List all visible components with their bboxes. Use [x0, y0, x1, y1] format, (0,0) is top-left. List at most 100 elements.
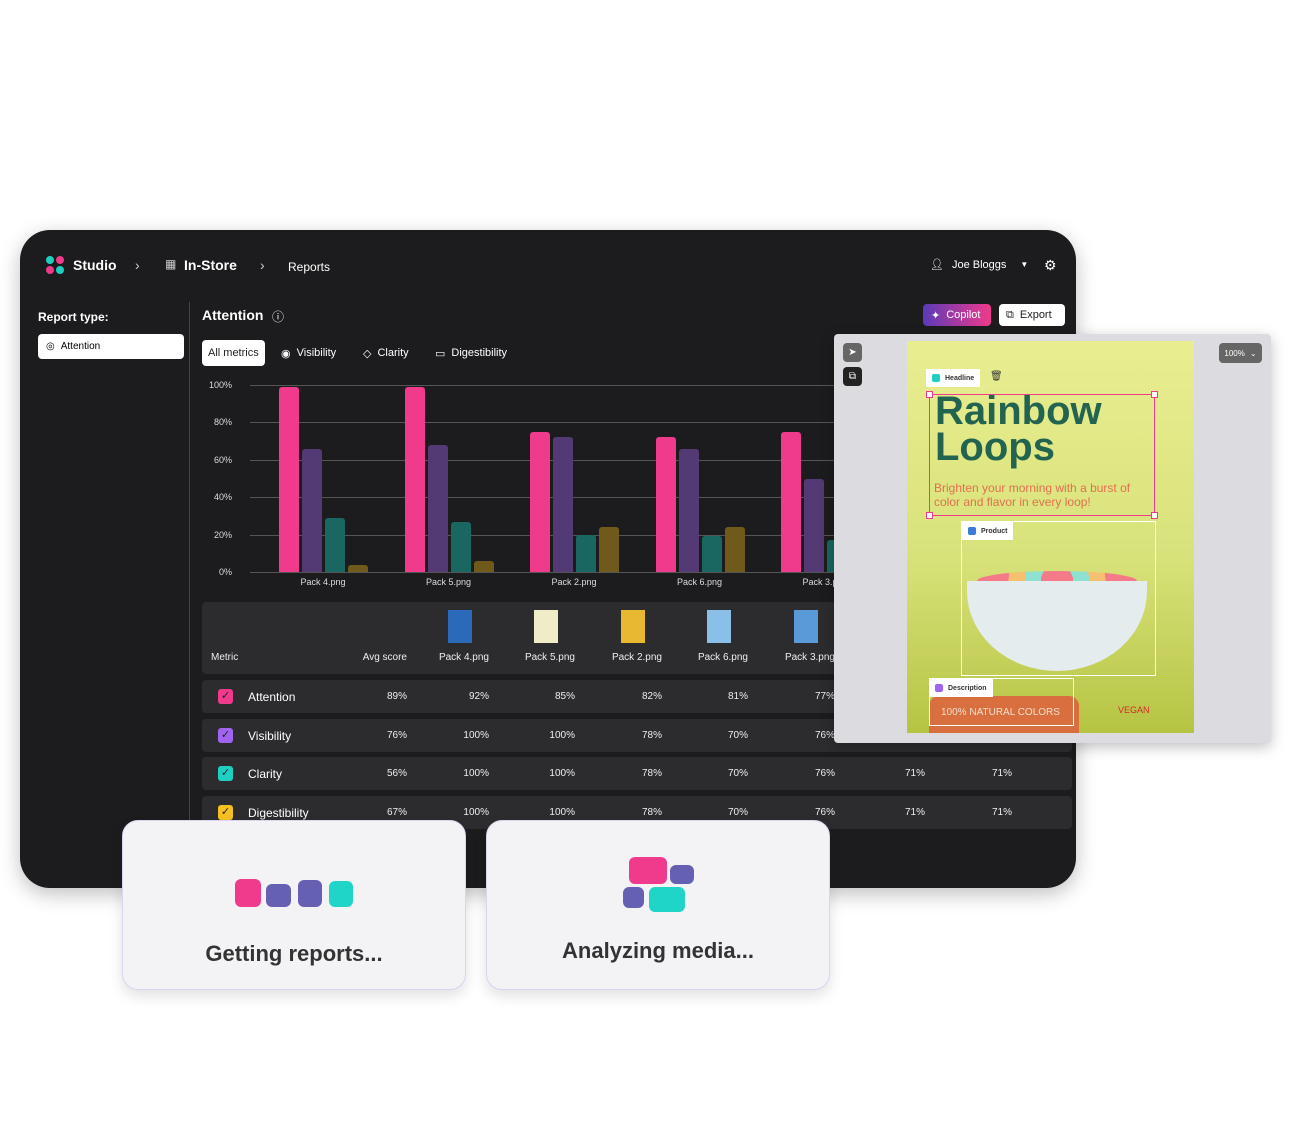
y-tick: 40%	[213, 492, 232, 503]
pack-score: 70%	[727, 768, 748, 779]
pack-score: 76%	[814, 768, 835, 779]
headline-tag[interactable]: Headline	[926, 369, 981, 387]
tab-visibility[interactable]: ◉ Visibility	[275, 340, 342, 366]
tag-label: Product	[981, 527, 1008, 535]
x-tick: Pack 4.png	[300, 577, 346, 587]
user-icon: 👤︎	[930, 259, 944, 271]
pack-score: 100%	[549, 807, 575, 818]
pack-score: 100%	[463, 730, 489, 741]
badge-text: 100% NATURAL COLORS	[941, 707, 1060, 718]
breadcrumb-reports[interactable]: Reports	[288, 260, 330, 274]
trash-icon[interactable]: 🗑︎	[990, 371, 1003, 382]
y-tick: 60%	[213, 454, 232, 465]
breadcrumb-in-store[interactable]: In-Store	[184, 257, 237, 273]
checkbox[interactable]: ✓	[218, 728, 233, 743]
pack-thumbnail	[621, 610, 645, 643]
diamond-icon: ◇	[363, 347, 372, 360]
x-tick: Pack 2.png	[551, 577, 597, 587]
tab-clarity[interactable]: ◇ Clarity	[357, 340, 415, 366]
target-icon: ◎	[46, 341, 55, 352]
user-name: Joe Bloggs	[951, 258, 1007, 271]
zoom-select[interactable]: 100% ⌄	[1219, 343, 1262, 363]
col-pack: Pack 5.png	[524, 652, 575, 663]
loading-card-media: Analyzing media...	[486, 820, 830, 990]
col-pack: Pack 4.png	[438, 652, 489, 663]
sparkle-icon: ✦	[931, 309, 941, 322]
col-pack: Pack 3.png	[784, 652, 835, 663]
col-avg: Avg score	[362, 652, 407, 663]
metric-name: Digestibility	[248, 806, 309, 820]
avg-score: 89%	[386, 691, 407, 702]
metric-name: Visibility	[248, 729, 292, 743]
col-pack: Pack 2.png	[611, 652, 662, 663]
pointer-tool-icon[interactable]: ➤	[843, 343, 862, 362]
media-editor: ➤ ⧉ 100% ⌄ Headline 🗑︎ Rainbow Loops Brigh…	[834, 334, 1271, 743]
user-menu[interactable]: 👤︎ Joe Bloggs ▼	[930, 258, 1029, 272]
bar	[302, 448, 322, 572]
gear-icon[interactable]: ⚙	[1044, 257, 1057, 274]
bar	[325, 517, 345, 572]
pack-score: 71%	[991, 768, 1012, 779]
bar	[576, 534, 596, 572]
export-button[interactable]: ⧉ Export	[999, 304, 1065, 326]
bar	[655, 437, 676, 572]
pack-thumbnail	[707, 610, 731, 643]
tab-all-metrics[interactable]: All metrics	[202, 340, 265, 366]
pack-score: 76%	[814, 730, 835, 741]
pack-score: 70%	[727, 730, 748, 741]
pack-score: 78%	[641, 768, 662, 779]
bar	[450, 521, 471, 572]
add-region-icon[interactable]: ⧉	[843, 367, 862, 386]
bar	[701, 536, 722, 572]
description-tag[interactable]: Description	[929, 679, 993, 697]
report-type-select[interactable]: ◎ Attention	[38, 334, 184, 359]
bar	[473, 560, 494, 572]
pack-thumbnail	[534, 610, 558, 643]
x-tick: Pack 5.png	[425, 577, 472, 587]
info-icon[interactable]: ⓘ	[272, 308, 284, 325]
checkbox[interactable]: ✓	[218, 805, 233, 820]
copilot-button[interactable]: ✦ Copilot	[923, 304, 991, 326]
tab-label: Clarity	[377, 347, 409, 359]
subtitle-text: Brighten your morning with a burst of co…	[934, 481, 1131, 509]
tab-digestibility[interactable]: ▭ Digestibility	[429, 340, 513, 366]
y-tick: 80%	[213, 417, 232, 428]
caret-down-icon: ▼	[1020, 260, 1029, 269]
y-tick: 100%	[208, 380, 232, 390]
tab-label: All metrics	[208, 347, 259, 359]
breadcrumb-studio[interactable]: Studio	[73, 257, 117, 273]
pack-score: 71%	[991, 807, 1012, 818]
pack-score: 78%	[641, 730, 662, 741]
page-title: Attention	[202, 307, 264, 323]
x-tick: Pack 6.png	[676, 577, 723, 587]
chevron-right-icon: ›	[260, 257, 265, 273]
col-pack: Pack 6.png	[697, 652, 748, 663]
tag-label: Description	[948, 684, 987, 692]
bar	[599, 527, 619, 572]
pack-score: 100%	[463, 807, 489, 818]
pack-score: 92%	[468, 691, 489, 702]
pack-score: 71%	[904, 807, 925, 818]
bar	[427, 444, 448, 572]
message-icon: ▭	[435, 347, 446, 360]
chevron-right-icon: ›	[135, 257, 140, 273]
pack-score: 78%	[641, 807, 662, 818]
pack-score: 82%	[641, 691, 662, 702]
checkbox[interactable]: ✓	[218, 766, 233, 781]
col-metric: Metric	[211, 652, 239, 663]
metric-name: Attention	[248, 690, 296, 704]
chevron-down-icon: ⌄	[1249, 348, 1257, 358]
product-tag[interactable]: Product	[962, 522, 1014, 540]
loading-text: Getting reports...	[205, 941, 383, 966]
zoom-value: 100%	[1224, 348, 1245, 358]
vegan-text: VEGAN	[1118, 705, 1150, 715]
bar	[553, 437, 573, 572]
bar	[348, 564, 368, 572]
y-tick: 0%	[218, 567, 232, 577]
pack-artwork: Headline 🗑︎ Rainbow Loops Brighten your m…	[907, 341, 1194, 733]
report-type-value: Attention	[60, 341, 101, 352]
pack-score: 81%	[727, 691, 748, 702]
checkbox[interactable]: ✓	[218, 689, 233, 704]
bar	[530, 431, 550, 572]
divider	[189, 302, 190, 888]
